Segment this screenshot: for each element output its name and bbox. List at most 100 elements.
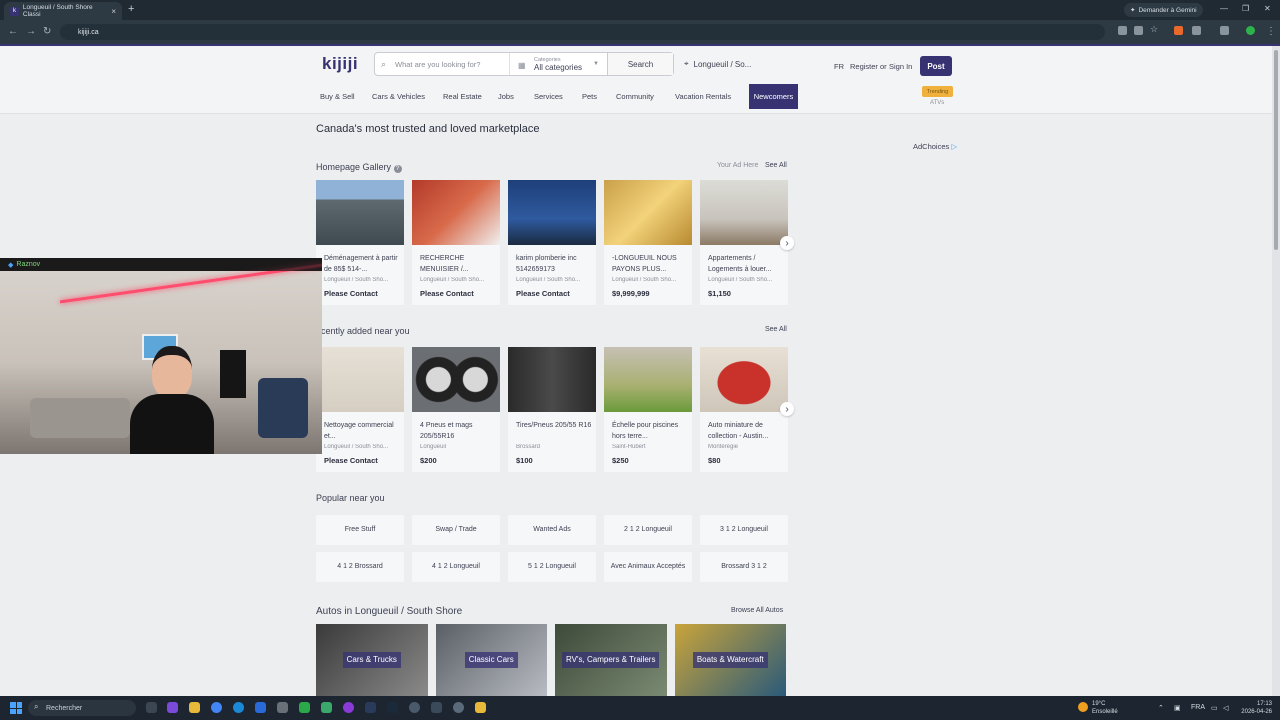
info-icon[interactable]: ? <box>393 165 402 173</box>
popular-pill[interactable]: 2 1 2 Longueuil <box>604 515 692 545</box>
chrome-icon[interactable] <box>211 702 222 713</box>
popular-pill[interactable]: Swap / Trade <box>412 515 500 545</box>
listing-card[interactable]: karim plomberie inc 5142659173 Longueuil … <box>508 180 596 305</box>
new-tab-button[interactable]: + <box>128 3 134 15</box>
listing-card[interactable]: -LONGUEUIL NOUS PAYONS PLUS... Longueuil … <box>604 180 692 305</box>
translate-icon[interactable] <box>1118 26 1127 35</box>
gemini-button[interactable]: ✦ Demander à Gemini <box>1124 3 1203 17</box>
settings-icon[interactable] <box>277 702 288 713</box>
windows-start-icon[interactable] <box>10 702 22 714</box>
adchoices-link[interactable]: AdChoices ▷ <box>913 142 957 151</box>
extension-icon[interactable] <box>1174 26 1183 35</box>
menu-vacation-rentals[interactable]: Vacation Rentals <box>675 92 731 101</box>
task-view-icon[interactable] <box>146 702 157 713</box>
menu-jobs[interactable]: Jobs <box>498 92 514 101</box>
volume-icon[interactable]: ◁ <box>1223 704 1228 712</box>
listing-card[interactable]: Déménagement à partir de 85$ 514-... Long… <box>316 180 404 305</box>
forward-icon[interactable]: → <box>26 26 36 37</box>
listing-card[interactable]: Auto miniature de collection - Austin...… <box>700 347 788 472</box>
profile-avatar[interactable] <box>1246 26 1255 35</box>
reload-icon[interactable]: ↻ <box>43 26 51 37</box>
listing-card[interactable]: Tires/Pneus 205/55 R16 Brossard $100 <box>508 347 596 472</box>
sidebar-icon[interactable] <box>1220 26 1229 35</box>
close-tab-icon[interactable]: × <box>111 7 116 16</box>
weather-widget[interactable]: 19°C Ensoleillé <box>1078 700 1118 716</box>
cast-icon[interactable] <box>1134 26 1143 35</box>
xbox-icon[interactable] <box>299 702 310 713</box>
browser-menu-icon[interactable]: ⋮ <box>1266 26 1276 37</box>
autos-tile[interactable]: Cars & Trucks <box>316 624 428 696</box>
trending-atvs-link[interactable]: ATVs <box>930 100 944 106</box>
file-explorer-icon[interactable] <box>189 702 200 713</box>
scrollbar-thumb[interactable] <box>1274 50 1278 250</box>
steam-icon[interactable] <box>365 702 376 713</box>
tray-lang[interactable]: FRA <box>1191 704 1205 711</box>
app-icon[interactable] <box>387 702 398 713</box>
menu-buy-sell[interactable]: Buy & Sell <box>320 92 355 101</box>
gallery-next-arrow-icon[interactable]: › <box>780 236 794 250</box>
location-selector[interactable]: ⌖ Longueuil / So... <box>676 52 766 76</box>
maximize-icon[interactable]: ❐ <box>1242 4 1249 13</box>
menu-real-estate[interactable]: Real Estate <box>443 92 482 101</box>
popular-pill[interactable]: Brossard 3 1 2 <box>700 552 788 582</box>
url-field[interactable]: kijiji.ca <box>60 24 1105 40</box>
your-ad-here-link[interactable]: Your Ad Here <box>717 162 758 169</box>
app-icon[interactable] <box>475 702 486 713</box>
window-close-icon[interactable]: ✕ <box>1264 4 1271 13</box>
listing-card[interactable]: RECHERCHE MENUISIER /... Longueuil / Sout… <box>412 180 500 305</box>
minimize-icon[interactable]: — <box>1220 4 1228 13</box>
language-toggle[interactable]: FR <box>834 62 844 71</box>
page-scrollbar[interactable] <box>1272 46 1280 696</box>
search-button[interactable]: Search <box>607 53 673 75</box>
bookmark-star-icon[interactable]: ☆ <box>1150 24 1159 34</box>
edge-icon[interactable] <box>233 702 244 713</box>
tray-app-icon[interactable]: ▣ <box>1174 704 1181 712</box>
kijiji-logo[interactable]: kijiji <box>322 54 358 74</box>
register-link[interactable]: Register <box>850 62 878 71</box>
recent-next-arrow-icon[interactable]: › <box>780 402 794 416</box>
menu-newcomers[interactable]: Newcomers <box>749 84 798 109</box>
popular-pill[interactable]: 4 1 2 Longueuil <box>412 552 500 582</box>
popular-pill[interactable]: 3 1 2 Longueuil <box>700 515 788 545</box>
popular-pill[interactable]: Free Stuff <box>316 515 404 545</box>
category-select[interactable]: ▦ Categories All categories ▼ <box>509 53 605 75</box>
tray-chevron-icon[interactable]: ⌃ <box>1158 704 1164 712</box>
app-icon[interactable] <box>453 702 464 713</box>
listing-card[interactable]: Appartements / Logements à louer... Longu… <box>700 180 788 305</box>
listing-card[interactable]: Nettoyage commercial et... Longueuil / So… <box>316 347 404 472</box>
popular-pill[interactable]: 5 1 2 Longueuil <box>508 552 596 582</box>
listing-title: Déménagement à partir de 85$ 514-... <box>324 255 398 273</box>
listing-card[interactable]: Échelle pour piscines hors terre... Saint… <box>604 347 692 472</box>
menu-pets[interactable]: Pets <box>582 92 597 101</box>
menu-community[interactable]: Community <box>616 92 654 101</box>
post-ad-button[interactable]: Post <box>920 56 952 76</box>
taskbar-search[interactable]: ⌕ Rechercher <box>28 700 136 716</box>
browser-tabbar: k Longueuil / South Shore Classi × + ✦ De… <box>0 0 1280 20</box>
autos-tile[interactable]: Boats & Watercraft <box>674 624 786 696</box>
listing-card[interactable]: 4 Pneus et mags 205/55R16 Longueuil $200 <box>412 347 500 472</box>
popular-pill[interactable]: 4 1 2 Brossard <box>316 552 404 582</box>
app-icon[interactable] <box>431 702 442 713</box>
browser-tab[interactable]: k Longueuil / South Shore Classi × <box>4 2 122 20</box>
streamer <box>130 346 214 454</box>
popular-pill[interactable]: Avec Animaux Acceptés <box>604 552 692 582</box>
app-icon[interactable] <box>321 702 332 713</box>
obs-icon[interactable] <box>409 702 420 713</box>
menu-services[interactable]: Services <box>534 92 563 101</box>
extension-icon[interactable] <box>1192 26 1201 35</box>
app-icon[interactable] <box>343 702 354 713</box>
signin-link[interactable]: Sign In <box>889 62 912 71</box>
browse-autos-link[interactable]: Browse All Autos <box>731 607 783 614</box>
back-icon[interactable]: ← <box>8 26 18 37</box>
autos-tile[interactable]: RV's, Campers & Trailers <box>555 624 667 696</box>
search-input[interactable]: ⌕ What are you looking for? <box>375 59 509 69</box>
network-icon[interactable]: ▭ <box>1211 704 1218 712</box>
autos-tile[interactable]: Classic Cars <box>435 624 547 696</box>
mail-icon[interactable] <box>255 702 266 713</box>
taskbar-clock[interactable]: 17:13 2026-04-26 <box>1238 700 1272 716</box>
popular-pill[interactable]: Wanted Ads <box>508 515 596 545</box>
app-icon[interactable] <box>167 702 178 713</box>
menu-cars-vehicles[interactable]: Cars & Vehicles <box>372 92 425 101</box>
recent-see-all-link[interactable]: See All <box>765 326 787 333</box>
gallery-see-all-link[interactable]: See All <box>765 162 787 169</box>
